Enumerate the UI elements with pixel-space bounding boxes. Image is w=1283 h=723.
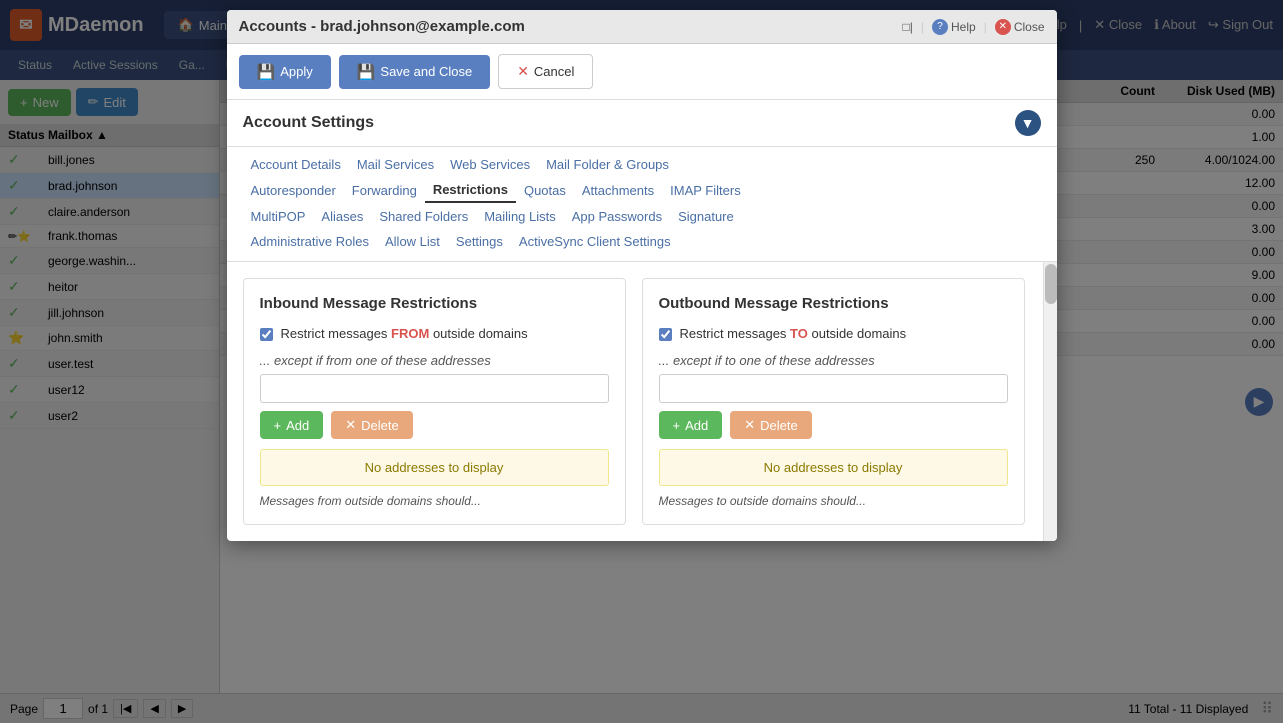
close-control[interactable]: ✕ Close: [995, 19, 1045, 35]
tab-allow-list[interactable]: Allow List: [377, 230, 448, 253]
modal: Accounts - brad.johnson@example.com □| |…: [227, 10, 1057, 541]
save-icon: 💾: [257, 63, 276, 81]
tab-web-services[interactable]: Web Services: [442, 153, 538, 176]
outbound-restrict-row: Restrict messages TO outside domains: [659, 326, 1008, 341]
nav-tabs: Account Details Mail Services Web Servic…: [227, 147, 1057, 262]
plus-icon: +: [673, 418, 681, 433]
modal-toolbar: 💾 Apply 💾 Save and Close ✕ Cancel: [227, 44, 1057, 100]
outbound-except-label: ... except if to one of these addresses: [659, 353, 1008, 368]
inbound-restrict-checkbox[interactable]: [260, 328, 273, 341]
cancel-icon: ✕: [517, 63, 529, 80]
outbound-restrict-label: Restrict messages TO outside domains: [680, 326, 907, 341]
plus-icon: +: [274, 418, 282, 433]
modal-titlebar: Accounts - brad.johnson@example.com □| |…: [227, 10, 1057, 44]
from-highlight: FROM: [391, 326, 429, 341]
account-settings-title: Account Settings: [243, 114, 375, 132]
apply-button[interactable]: 💾 Apply: [239, 55, 331, 89]
minimize-control[interactable]: □|: [903, 20, 913, 34]
tab-quotas[interactable]: Quotas: [516, 179, 574, 202]
outbound-title: Outbound Message Restrictions: [659, 295, 1008, 312]
tab-mail-services[interactable]: Mail Services: [349, 153, 442, 176]
tab-admin-roles[interactable]: Administrative Roles: [243, 230, 378, 253]
x-icon: ✕: [345, 417, 356, 433]
save-close-icon: 💾: [357, 63, 376, 81]
x-icon: ✕: [744, 417, 755, 433]
to-highlight: TO: [790, 326, 808, 341]
collapse-button[interactable]: ▼: [1015, 110, 1041, 136]
outbound-bottom-text: Messages to outside domains should...: [659, 494, 1008, 508]
tab-imap-filters[interactable]: IMAP Filters: [662, 179, 749, 202]
inbound-restrict-label: Restrict messages FROM outside domains: [281, 326, 528, 341]
inbound-title: Inbound Message Restrictions: [260, 295, 609, 312]
outbound-delete-button[interactable]: ✕ Delete: [730, 411, 811, 439]
inbound-no-addresses: No addresses to display: [260, 449, 609, 486]
modal-title: Accounts - brad.johnson@example.com: [239, 18, 525, 35]
tab-settings[interactable]: Settings: [448, 230, 511, 253]
inbound-bottom-text: Messages from outside domains should...: [260, 494, 609, 508]
inbound-restrict-row: Restrict messages FROM outside domains: [260, 326, 609, 341]
inbound-add-button[interactable]: + Add: [260, 411, 324, 439]
tab-activesync[interactable]: ActiveSync Client Settings: [511, 230, 679, 253]
tabs-row-4: Administrative Roles Allow List Settings…: [243, 230, 1041, 253]
scrollbar-thumb[interactable]: [1045, 264, 1057, 304]
outbound-btn-row: + Add ✕ Delete: [659, 411, 1008, 439]
outbound-address-input[interactable]: [659, 374, 1008, 403]
tab-multipop[interactable]: MultiPOP: [243, 205, 314, 228]
modal-overlay: Accounts - brad.johnson@example.com □| |…: [0, 0, 1283, 723]
cancel-button[interactable]: ✕ Cancel: [498, 54, 593, 89]
modal-body: Account Settings ▼ Account Details Mail …: [227, 100, 1057, 541]
tab-forwarding[interactable]: Forwarding: [344, 179, 425, 202]
help-circle-icon: ?: [932, 19, 948, 35]
inbound-except-label: ... except if from one of these addresse…: [260, 353, 609, 368]
tab-app-passwords[interactable]: App Passwords: [564, 205, 670, 228]
modal-controls: □| | ? Help | ✕ Close: [903, 19, 1045, 35]
outbound-restrict-checkbox[interactable]: [659, 328, 672, 341]
restrictions-grid: Inbound Message Restrictions Restrict me…: [243, 278, 1025, 525]
tabs-row-3: MultiPOP Aliases Shared Folders Mailing …: [243, 205, 1041, 228]
account-settings-header: Account Settings ▼: [227, 100, 1057, 147]
outbound-card: Outbound Message Restrictions Restrict m…: [642, 278, 1025, 525]
tab-signature[interactable]: Signature: [670, 205, 742, 228]
tab-autoresponder[interactable]: Autoresponder: [243, 179, 344, 202]
inbound-delete-button[interactable]: ✕ Delete: [331, 411, 412, 439]
tab-account-details[interactable]: Account Details: [243, 153, 349, 176]
inbound-card: Inbound Message Restrictions Restrict me…: [243, 278, 626, 525]
inbound-address-input[interactable]: [260, 374, 609, 403]
tab-mailing-lists[interactable]: Mailing Lists: [476, 205, 564, 228]
outbound-no-addresses: No addresses to display: [659, 449, 1008, 486]
save-close-button[interactable]: 💾 Save and Close: [339, 55, 490, 89]
tab-aliases[interactable]: Aliases: [313, 205, 371, 228]
close-circle-icon: ✕: [995, 19, 1011, 35]
tabs-row-2: Autoresponder Forwarding Restrictions Qu…: [243, 178, 1041, 203]
help-control[interactable]: ? Help: [932, 19, 976, 35]
inbound-btn-row: + Add ✕ Delete: [260, 411, 609, 439]
scrollbar[interactable]: [1043, 262, 1057, 541]
tab-restrictions[interactable]: Restrictions: [425, 178, 516, 203]
tab-attachments[interactable]: Attachments: [574, 179, 662, 202]
outbound-add-button[interactable]: + Add: [659, 411, 723, 439]
tab-shared-folders[interactable]: Shared Folders: [371, 205, 476, 228]
tabs-row-1: Account Details Mail Services Web Servic…: [243, 153, 1041, 176]
restrictions-content[interactable]: Inbound Message Restrictions Restrict me…: [227, 262, 1057, 541]
tab-mail-folder[interactable]: Mail Folder & Groups: [538, 153, 677, 176]
